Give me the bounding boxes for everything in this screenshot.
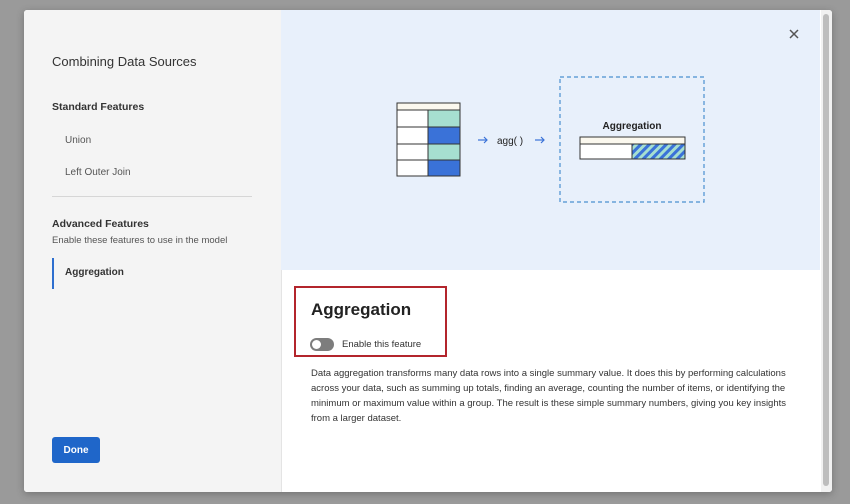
source-table-graphic: [396, 102, 461, 177]
sidebar-item-left-outer-join[interactable]: Left Outer Join: [65, 167, 131, 178]
advanced-features-subtitle: Enable these features to use in the mode…: [52, 235, 228, 246]
sidebar: Combining Data Sources Standard Features…: [24, 10, 282, 492]
result-label: Aggregation: [603, 121, 662, 132]
scrollbar-thumb[interactable]: [823, 14, 829, 486]
scrollbar[interactable]: [821, 10, 832, 492]
aggregation-diagram: agg( ) Aggregation: [396, 76, 705, 203]
arrow-right-icon: [478, 136, 488, 144]
arrow-right-icon: [535, 136, 545, 144]
sidebar-item-label: Aggregation: [65, 267, 124, 278]
standard-features-heading: Standard Features: [52, 101, 145, 113]
function-label: agg( ): [497, 136, 523, 147]
combining-data-sources-dialog: Combining Data Sources Standard Features…: [24, 10, 832, 492]
aggregation-illustration: agg( ) Aggregation: [281, 10, 820, 270]
sidebar-item-union[interactable]: Union: [65, 135, 91, 146]
close-icon: [789, 29, 799, 39]
sidebar-title: Combining Data Sources: [52, 54, 197, 69]
feature-description: Data aggregation transforms many data ro…: [311, 368, 787, 424]
done-button[interactable]: Done: [52, 437, 100, 463]
sidebar-divider: [52, 196, 252, 197]
enable-feature-label: Enable this feature: [342, 339, 422, 350]
aggregated-row-graphic: [579, 136, 686, 160]
enable-feature-toggle[interactable]: [310, 338, 334, 351]
close-button[interactable]: [784, 24, 804, 44]
advanced-features-heading: Advanced Features: [52, 218, 149, 230]
sidebar-item-aggregation[interactable]: Aggregation: [52, 258, 252, 289]
